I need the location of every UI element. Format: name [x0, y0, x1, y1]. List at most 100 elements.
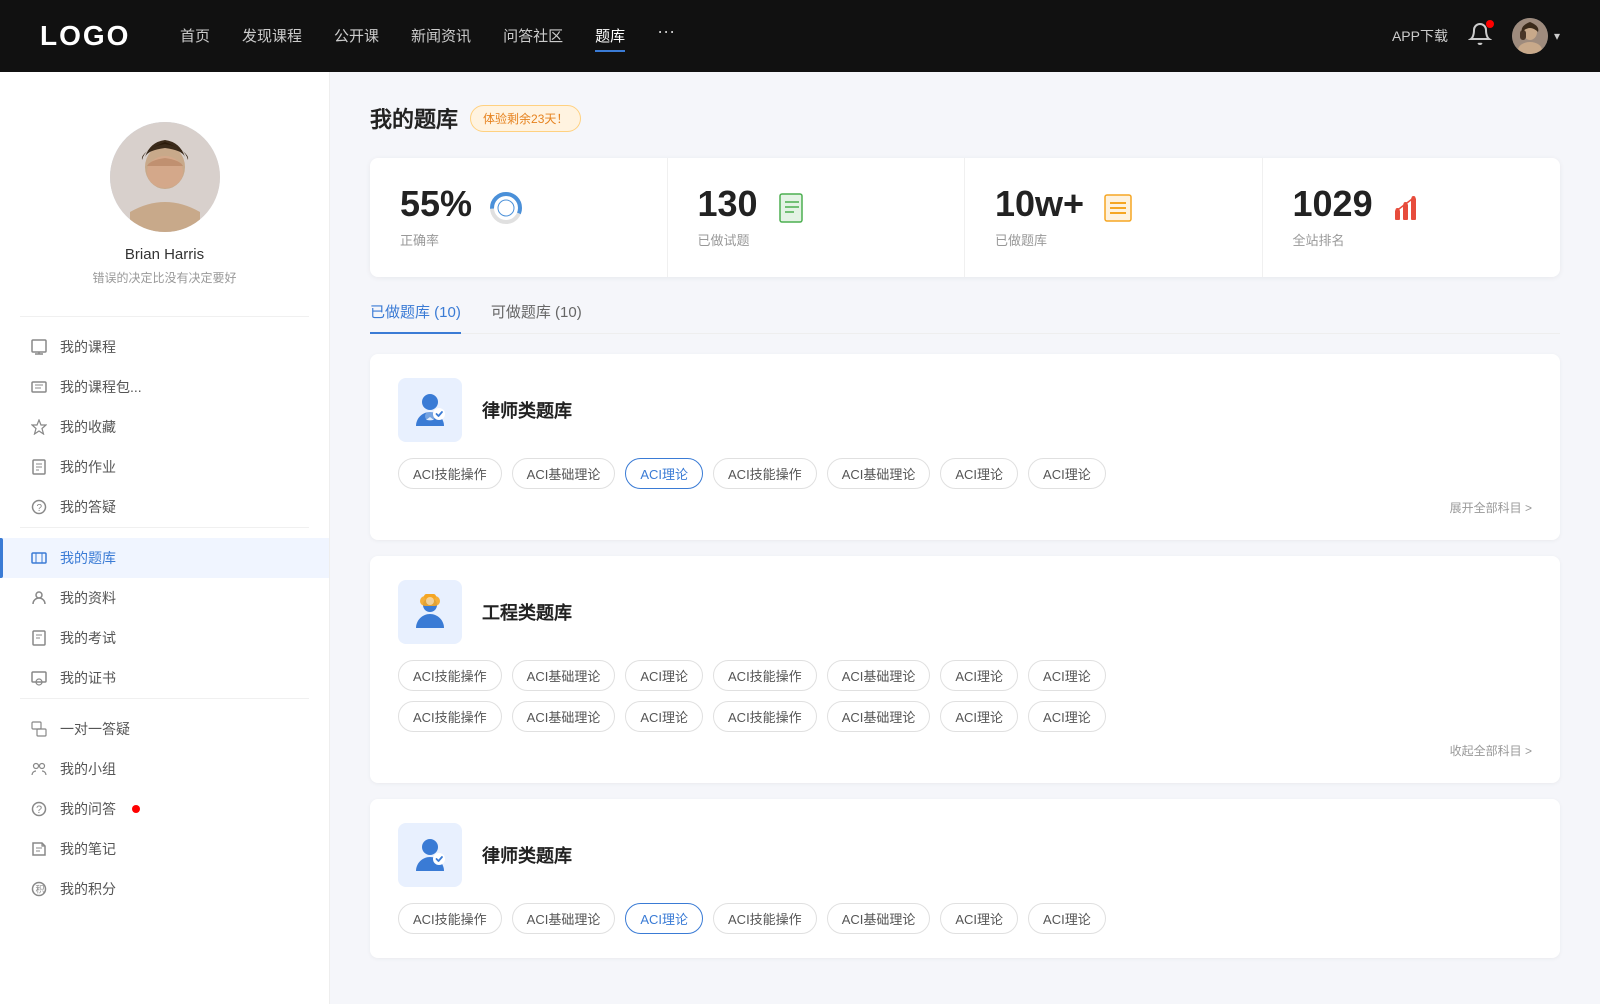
stat-rank: 1029 全站排名 — [1263, 158, 1561, 277]
law2-tag-5[interactable]: ACI理论 — [940, 903, 1018, 934]
law2-tag-3[interactable]: ACI技能操作 — [713, 903, 817, 934]
eng-tag2-5[interactable]: ACI理论 — [940, 701, 1018, 732]
trial-badge: 体验剩余23天！ — [470, 105, 581, 132]
eng-tag-6[interactable]: ACI理论 — [1028, 660, 1106, 691]
main-content: 我的题库 体验剩余23天！ 55% 正确率 — [330, 72, 1600, 1004]
law2-tag-4[interactable]: ACI基础理论 — [827, 903, 931, 934]
stat-accuracy-label: 正确率 — [400, 230, 472, 249]
sidebar-label-homework: 我的作业 — [60, 457, 116, 477]
tabs-row: 已做题库 (10) 可做题库 (10) — [370, 301, 1560, 334]
svg-text:?: ? — [36, 804, 42, 816]
sidebar-label-course-pack: 我的课程包... — [60, 377, 142, 397]
sidebar-item-group[interactable]: 我的小组 — [0, 749, 329, 789]
tag-3[interactable]: ACI技能操作 — [713, 458, 817, 489]
sidebar-item-exam[interactable]: 我的考试 — [0, 618, 329, 658]
eng-tag2-1[interactable]: ACI基础理论 — [512, 701, 616, 732]
stat-done-questions-label: 已做试题 — [698, 230, 758, 249]
law2-tag-2[interactable]: ACI理论 — [625, 903, 703, 934]
bank-card-engineer-header: 工程类题库 — [398, 580, 1532, 644]
sidebar-label-bank: 我的题库 — [60, 548, 116, 568]
stat-accuracy-value: 55% — [400, 186, 472, 222]
tag-6[interactable]: ACI理论 — [1028, 458, 1106, 489]
app-download-link[interactable]: APP下载 — [1392, 26, 1448, 46]
tab-available-banks[interactable]: 可做题库 (10) — [491, 301, 582, 334]
sidebar-divider-1 — [20, 316, 309, 317]
sidebar-label-course: 我的课程 — [60, 337, 116, 357]
sidebar-item-cert[interactable]: 我的证书 — [0, 658, 329, 698]
sidebar-label-cert: 我的证书 — [60, 668, 116, 688]
tag-5[interactable]: ACI理论 — [940, 458, 1018, 489]
stat-done-banks: 10w+ 已做题库 — [965, 158, 1263, 277]
pie-icon — [488, 190, 524, 226]
stat-done-banks-text: 10w+ 已做题库 — [995, 186, 1084, 249]
bank-card-engineer-tags-row2: ACI技能操作 ACI基础理论 ACI理论 ACI技能操作 ACI基础理论 AC… — [398, 701, 1532, 732]
eng-tag2-0[interactable]: ACI技能操作 — [398, 701, 502, 732]
tag-0[interactable]: ACI技能操作 — [398, 458, 502, 489]
chevron-down-icon: ▾ — [1554, 29, 1560, 43]
eng-tag-0[interactable]: ACI技能操作 — [398, 660, 502, 691]
note-icon — [30, 840, 48, 858]
notification-bell[interactable] — [1468, 22, 1492, 51]
eng-tag-1[interactable]: ACI基础理论 — [512, 660, 616, 691]
nav-qa[interactable]: 问答社区 — [503, 21, 563, 52]
stat-rank-text: 1029 全站排名 — [1293, 186, 1373, 249]
chart-icon — [1389, 190, 1425, 226]
sidebar-item-bank[interactable]: 我的题库 — [0, 538, 329, 578]
one-qa-icon — [30, 720, 48, 738]
profile-icon — [30, 589, 48, 607]
nav-bank[interactable]: 题库 — [595, 21, 625, 52]
eng-tag2-4[interactable]: ACI基础理论 — [827, 701, 931, 732]
eng-tag-2[interactable]: ACI理论 — [625, 660, 703, 691]
sidebar-item-profile[interactable]: 我的资料 — [0, 578, 329, 618]
expand-link-engineer[interactable]: 收起全部科目 > — [398, 742, 1532, 759]
question-icon: ? — [30, 800, 48, 818]
bank-card-lawyer-1-header: 律师类题库 — [398, 378, 1532, 442]
eng-tag2-3[interactable]: ACI技能操作 — [713, 701, 817, 732]
sidebar-item-points[interactable]: 积 我的积分 — [0, 869, 329, 909]
eng-tag-5[interactable]: ACI理论 — [940, 660, 1018, 691]
stat-done-banks-label: 已做题库 — [995, 230, 1084, 249]
tab-done-banks[interactable]: 已做题库 (10) — [370, 301, 461, 334]
sidebar-item-course-pack[interactable]: 我的课程包... — [0, 367, 329, 407]
sidebar: Brian Harris 错误的决定比没有决定要好 我的课程 我的课程包... … — [0, 72, 330, 1004]
sidebar-item-answers[interactable]: ? 我的答疑 — [0, 487, 329, 527]
sidebar-item-favorites[interactable]: 我的收藏 — [0, 407, 329, 447]
sidebar-item-notes[interactable]: 我的笔记 — [0, 829, 329, 869]
header: LOGO 首页 发现课程 公开课 新闻资讯 问答社区 题库 ··· APP下载 — [0, 0, 1600, 72]
nav-more[interactable]: ··· — [657, 21, 675, 52]
eng-tag2-6[interactable]: ACI理论 — [1028, 701, 1106, 732]
tag-2[interactable]: ACI理论 — [625, 458, 703, 489]
eng-tag-3[interactable]: ACI技能操作 — [713, 660, 817, 691]
eng-tag2-2[interactable]: ACI理论 — [625, 701, 703, 732]
tag-1[interactable]: ACI基础理论 — [512, 458, 616, 489]
bank-card-lawyer-1: 律师类题库 ACI技能操作 ACI基础理论 ACI理论 ACI技能操作 ACI基… — [370, 354, 1560, 540]
sidebar-label-profile: 我的资料 — [60, 588, 116, 608]
law2-tag-1[interactable]: ACI基础理论 — [512, 903, 616, 934]
bank-card-lawyer-1-title: 律师类题库 — [482, 397, 572, 423]
profile-avatar — [110, 122, 220, 232]
nav-discover[interactable]: 发现课程 — [242, 21, 302, 52]
stat-accuracy-text: 55% 正确率 — [400, 186, 472, 249]
eng-tag-4[interactable]: ACI基础理论 — [827, 660, 931, 691]
expand-link-lawyer-1[interactable]: 展开全部科目 > — [398, 499, 1532, 516]
law2-tag-0[interactable]: ACI技能操作 — [398, 903, 502, 934]
svg-text:?: ? — [37, 503, 43, 514]
sidebar-item-homework[interactable]: 我的作业 — [0, 447, 329, 487]
user-avatar-menu[interactable]: ▾ — [1512, 18, 1560, 54]
sidebar-label-favorites: 我的收藏 — [60, 417, 116, 437]
sidebar-label-points: 我的积分 — [60, 879, 116, 899]
qa-icon: ? — [30, 498, 48, 516]
sidebar-label-answers: 我的答疑 — [60, 497, 116, 517]
homework-icon — [30, 458, 48, 476]
sidebar-item-one-qa[interactable]: 一对一答疑 — [0, 709, 329, 749]
sidebar-item-course[interactable]: 我的课程 — [0, 327, 329, 367]
law2-tag-6[interactable]: ACI理论 — [1028, 903, 1106, 934]
stat-done-questions-value: 130 — [698, 186, 758, 222]
stat-done-questions: 130 已做试题 — [668, 158, 966, 277]
bank-card-lawyer-2: 律师类题库 ACI技能操作 ACI基础理论 ACI理论 ACI技能操作 ACI基… — [370, 799, 1560, 958]
nav-open-course[interactable]: 公开课 — [334, 21, 379, 52]
tag-4[interactable]: ACI基础理论 — [827, 458, 931, 489]
nav-news[interactable]: 新闻资讯 — [411, 21, 471, 52]
nav-home[interactable]: 首页 — [180, 21, 210, 52]
sidebar-item-questions[interactable]: ? 我的问答 — [0, 789, 329, 829]
